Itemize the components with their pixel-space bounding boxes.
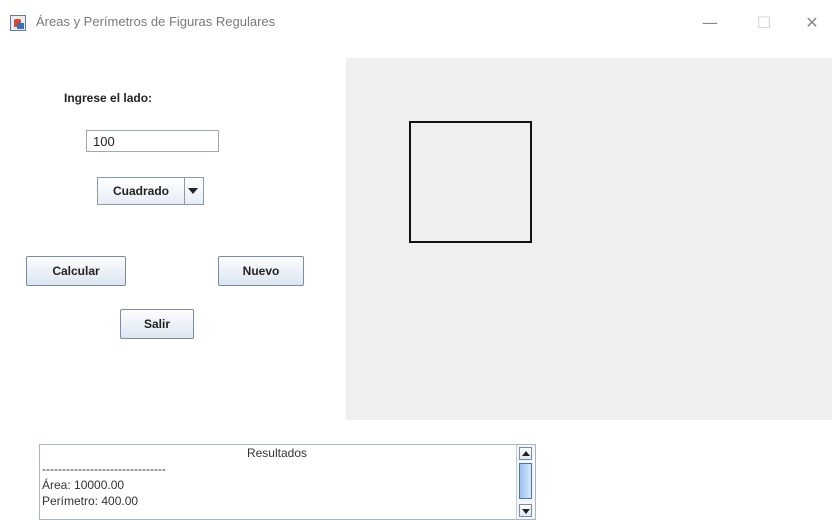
square-drawing bbox=[409, 121, 532, 243]
title-bar[interactable]: Áreas y Perímetros de Figuras Regulares … bbox=[0, 0, 832, 46]
results-scrollbar[interactable] bbox=[516, 445, 535, 519]
app-icon bbox=[10, 15, 26, 31]
exit-button[interactable]: Salir bbox=[120, 309, 194, 339]
close-button[interactable]: ✕ bbox=[792, 8, 832, 38]
window-title: Áreas y Perímetros de Figuras Regulares bbox=[36, 14, 276, 29]
results-separator: ------------------------------- bbox=[42, 462, 166, 476]
results-title: Resultados bbox=[246, 446, 308, 460]
side-label: Ingrese el lado: bbox=[64, 91, 153, 105]
calculate-button[interactable]: Calcular bbox=[26, 256, 126, 286]
arrow-up-icon[interactable] bbox=[519, 447, 532, 460]
minimize-button[interactable]: — bbox=[690, 8, 730, 38]
shape-select-value: Cuadrado bbox=[98, 178, 185, 204]
results-perimeter: Perímetro: 400.00 bbox=[42, 494, 139, 508]
chevron-down-icon[interactable] bbox=[188, 188, 198, 194]
side-input[interactable] bbox=[86, 130, 219, 152]
new-button[interactable]: Nuevo bbox=[218, 256, 304, 286]
results-area: Área: 10000.00 bbox=[42, 478, 125, 492]
arrow-down-icon[interactable] bbox=[519, 504, 532, 517]
shape-select[interactable]: Cuadrado bbox=[97, 177, 204, 205]
scrollbar-thumb[interactable] bbox=[519, 463, 532, 499]
results-textarea[interactable]: Resultados -----------------------------… bbox=[39, 444, 536, 520]
results-content: Resultados -----------------------------… bbox=[42, 445, 512, 509]
maximize-button[interactable]: ☐ bbox=[744, 8, 784, 38]
drawing-panel bbox=[346, 58, 832, 420]
